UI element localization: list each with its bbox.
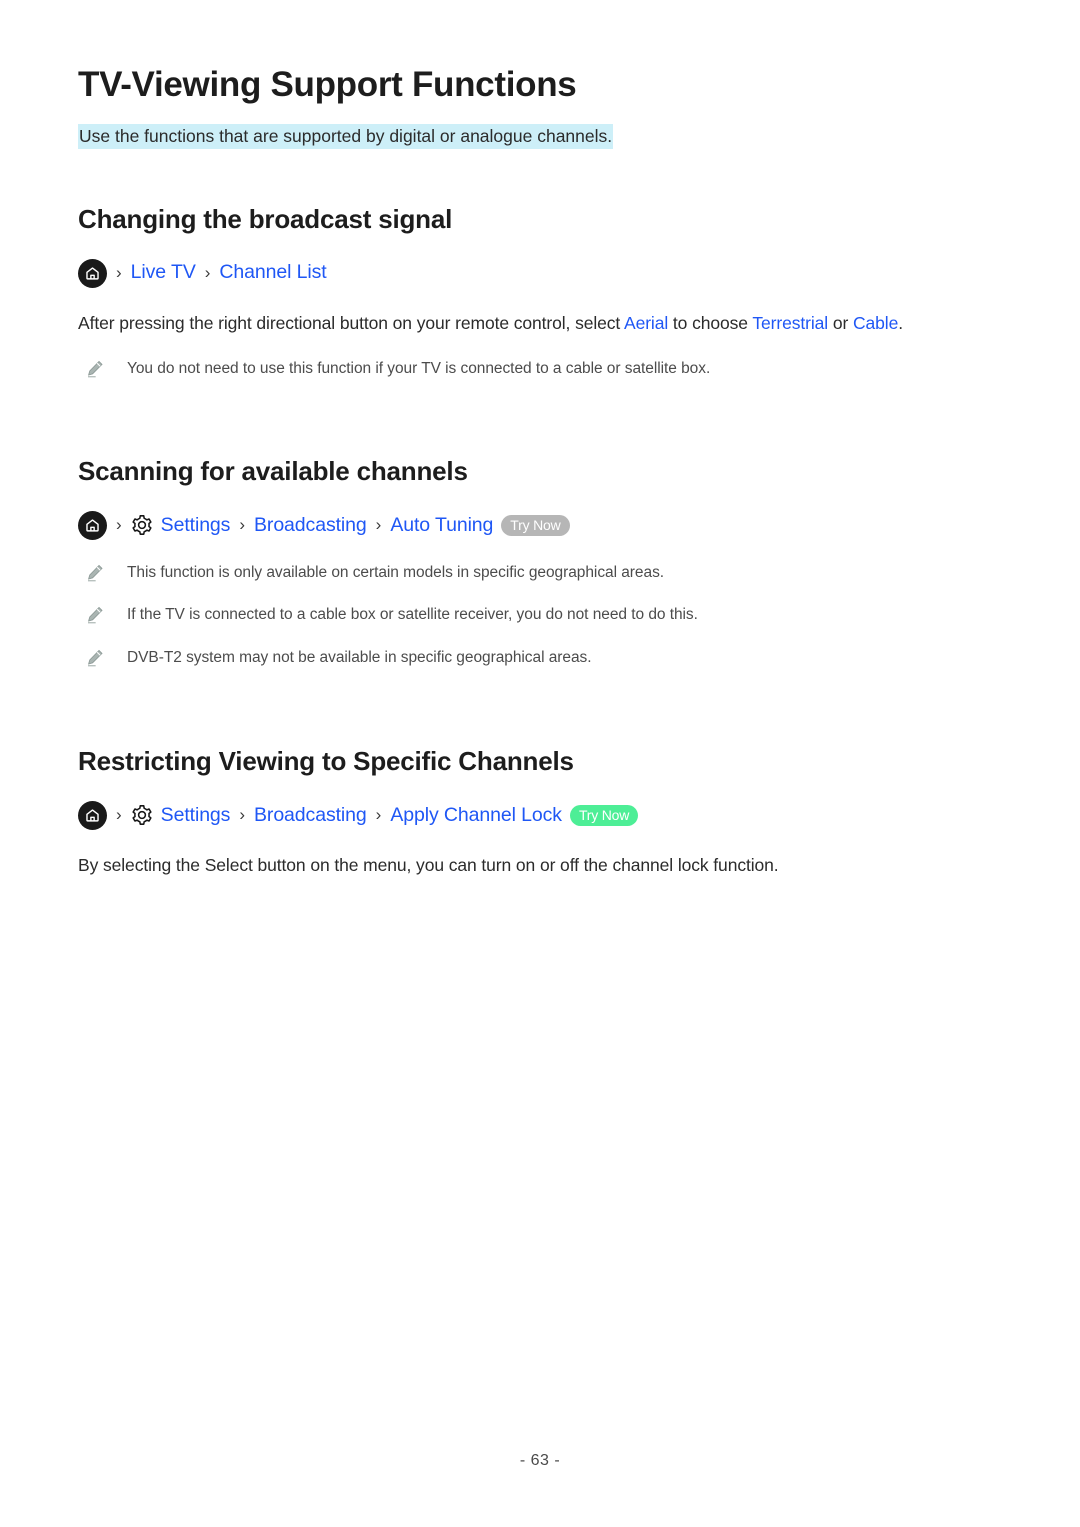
try-now-badge[interactable]: Try Now — [569, 804, 639, 826]
breadcrumb-separator: › — [204, 262, 211, 282]
link-terrestrial[interactable]: Terrestrial — [752, 313, 828, 333]
pencil-icon — [85, 359, 105, 379]
section-restricting-viewing: Restricting Viewing to Specific Channels… — [78, 669, 1002, 878]
home-icon[interactable] — [78, 510, 107, 540]
section-paragraph: By selecting the Select button on the me… — [78, 854, 779, 875]
breadcrumb-item-settings[interactable]: Settings — [161, 805, 231, 826]
note-item: If the TV is connected to a cable box or… — [78, 604, 1002, 626]
breadcrumb-item-broadcasting[interactable]: Broadcasting — [254, 515, 367, 536]
section-heading: Changing the broadcast signal — [78, 204, 453, 235]
pencil-icon — [85, 605, 105, 625]
breadcrumb-separator: › — [239, 804, 246, 824]
breadcrumb-separator: › — [116, 514, 122, 534]
gear-icon[interactable] — [131, 804, 154, 827]
gear-icon[interactable] — [131, 514, 154, 537]
section-heading: Scanning for available channels — [78, 456, 468, 487]
breadcrumb: › Live TV › Channel List — [78, 258, 1002, 288]
breadcrumb: › Settings › Broadcasting › Apply Channe… — [78, 800, 1002, 830]
page-subtitle-highlighted: Use the functions that are supported by … — [78, 124, 614, 149]
section-changing-broadcast-signal: Changing the broadcast signal › Live TV … — [78, 150, 1002, 380]
breadcrumb-separator: › — [375, 514, 382, 534]
section-heading: Restricting Viewing to Specific Channels — [78, 746, 574, 777]
breadcrumb-item-apply-channel-lock[interactable]: Apply Channel Lock — [390, 805, 562, 826]
note-text: You do not need to use this function if … — [127, 359, 711, 377]
breadcrumb-separator: › — [239, 514, 246, 534]
paragraph-text: . — [898, 312, 903, 333]
pencil-icon — [85, 648, 105, 668]
breadcrumb-separator: › — [116, 804, 122, 824]
breadcrumb-item-settings[interactable]: Settings — [161, 515, 231, 536]
section-scanning-available-channels: Scanning for available channels › Settin… — [78, 380, 1002, 669]
breadcrumb-separator: › — [116, 262, 122, 282]
note-item: You do not need to use this function if … — [78, 358, 1002, 380]
paragraph-text: After pressing the right directional but… — [78, 312, 624, 333]
link-aerial[interactable]: Aerial — [624, 313, 668, 333]
pencil-icon — [85, 563, 105, 583]
paragraph-text: or — [828, 312, 853, 333]
home-icon[interactable] — [78, 800, 107, 830]
section-paragraph: After pressing the right directional but… — [78, 310, 1002, 336]
breadcrumb: › Settings › Broadcasting › Auto Tuning … — [78, 510, 1002, 540]
notes-list: This function is only available on certa… — [78, 562, 1002, 669]
note-text: This function is only available on certa… — [127, 563, 665, 581]
page-title: TV-Viewing Support Functions — [78, 65, 577, 104]
page-subtitle-wrapper: Use the functions that are supported by … — [78, 123, 1002, 150]
note-item: This function is only available on certa… — [78, 562, 1002, 584]
home-icon[interactable] — [78, 258, 107, 288]
breadcrumb-item-channel-list[interactable]: Channel List — [219, 263, 326, 283]
breadcrumb-item-auto-tuning[interactable]: Auto Tuning — [390, 515, 493, 536]
note-text: If the TV is connected to a cable box or… — [127, 606, 698, 624]
note-item: DVB-T2 system may not be available in sp… — [78, 647, 1002, 669]
note-text: DVB-T2 system may not be available in sp… — [127, 648, 592, 666]
paragraph-text: to choose — [668, 312, 753, 333]
breadcrumb-item-live-tv[interactable]: Live TV — [131, 263, 196, 283]
page-number: - 63 - — [519, 1452, 561, 1469]
breadcrumb-item-broadcasting[interactable]: Broadcasting — [254, 805, 367, 826]
document-page: TV-Viewing Support Functions Use the fun… — [0, 0, 1080, 1527]
try-now-badge[interactable]: Try Now — [501, 514, 570, 536]
link-cable[interactable]: Cable — [853, 313, 898, 333]
breadcrumb-separator: › — [375, 804, 382, 824]
